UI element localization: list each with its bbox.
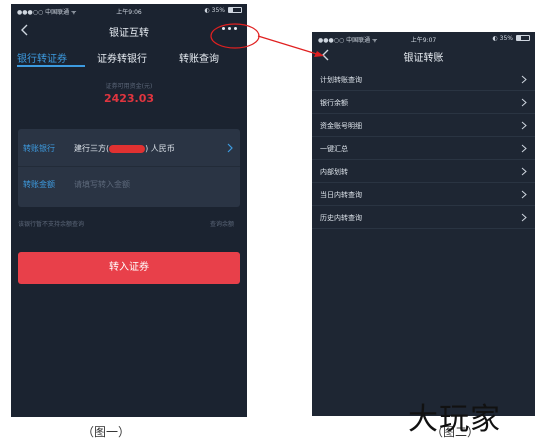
menu-item-planned-transfer-query[interactable]: 计划转账查询 — [312, 68, 535, 91]
query-balance-link[interactable]: 查询余额 — [210, 219, 234, 228]
more-dot-icon — [222, 27, 225, 30]
chevron-right-icon — [521, 167, 527, 176]
amount-row: 转账金额 — [18, 167, 240, 203]
menu-item-fund-account-details[interactable]: 资金账号明细 — [312, 114, 535, 137]
more-dot-icon — [228, 27, 231, 30]
menu-item-bank-balance[interactable]: 银行余额 — [312, 91, 535, 114]
bank-select-row[interactable]: 转账银行 建行三方( ) 人民币 — [18, 131, 240, 167]
nav-bar: 银证转账 — [312, 44, 535, 66]
bank-value-prefix: 建行三方( — [74, 144, 110, 153]
pointer-arrow-line — [257, 35, 321, 56]
menu-item-label: 计划转账查询 — [320, 76, 362, 84]
menu-item-one-click-summary[interactable]: 一键汇总 — [312, 137, 535, 160]
menu-item-today-internal-query[interactable]: 当日内转查询 — [312, 183, 535, 206]
available-funds-value: 2423.03 — [103, 92, 155, 105]
chevron-right-icon — [521, 144, 527, 153]
menu-item-label: 当日内转查询 — [320, 191, 362, 199]
screen-bank-securities-menu: ●●●○○ 中国联通 ᯤ 上午9:07 ◐ 35% 银证转账 计划转账查询 银行… — [312, 32, 535, 416]
chevron-right-icon — [521, 98, 527, 107]
menu-item-history-internal-query[interactable]: 历史内转查询 — [312, 206, 535, 229]
more-dot-icon — [234, 27, 237, 30]
menu-item-label: 内部划转 — [320, 168, 348, 176]
status-bar: ●●●○○ 中国联通 ᯤ 上午9:06 ◐ 35% — [11, 4, 247, 16]
menu-item-label: 历史内转查询 — [320, 214, 362, 222]
chevron-right-icon — [227, 143, 233, 153]
balance-query-note: 该银行暂不支持余额查询 — [18, 221, 85, 228]
nav-bar: 银证互转 — [11, 19, 247, 41]
chevron-right-icon — [521, 75, 527, 84]
chevron-right-icon — [521, 190, 527, 199]
tab-bank-to-securities[interactable]: 银行转证券 — [17, 50, 67, 65]
watermark-logo: 大玩家 — [408, 402, 501, 437]
menu-item-label: 银行余额 — [320, 99, 348, 107]
bank-label: 转账银行 — [23, 144, 55, 153]
chevron-right-icon — [521, 213, 527, 222]
transfer-in-button[interactable]: 转入证券 — [18, 252, 240, 284]
battery-icon — [516, 35, 530, 41]
battery-percent: ◐ 35% — [492, 35, 513, 42]
tab-securities-to-bank[interactable]: 证券转银行 — [97, 50, 147, 65]
transfer-tabs: 银行转证券 证券转银行 转账查询 — [11, 48, 247, 70]
screen-bank-securities-transfer: ●●●○○ 中国联通 ᯤ 上午9:06 ◐ 35% 银证互转 银行转证券 证券转… — [11, 4, 247, 417]
page-title: 银证转账 — [403, 53, 444, 64]
menu-item-internal-transfer[interactable]: 内部划转 — [312, 160, 535, 183]
battery-icon — [228, 7, 242, 13]
transfer-menu: 计划转账查询 银行余额 资金账号明细 一键汇总 内部划转 当日内转查询 历史内转… — [312, 68, 535, 229]
transfer-form: 转账银行 建行三方( ) 人民币 转账金额 — [18, 129, 240, 207]
battery-percent: ◐ 35% — [204, 7, 225, 14]
active-tab-indicator — [17, 65, 85, 67]
bank-value: 建行三方( ) 人民币 — [74, 143, 175, 154]
page-title: 银证互转 — [109, 28, 149, 39]
status-bar: ●●●○○ 中国联通 ᯤ 上午9:07 ◐ 35% — [312, 32, 535, 44]
menu-item-label: 资金账号明细 — [320, 122, 362, 130]
menu-item-label: 一键汇总 — [320, 145, 348, 153]
chevron-right-icon — [521, 121, 527, 130]
redacted-account-mark — [109, 144, 146, 153]
more-options-button[interactable] — [220, 23, 240, 35]
tab-transfer-query[interactable]: 转账查询 — [179, 50, 219, 65]
figure-caption-1: （图一） — [82, 425, 131, 439]
bank-value-suffix: ) 人民币 — [145, 144, 175, 153]
amount-input[interactable] — [74, 176, 224, 192]
available-funds-label: 证券可用资金(元) — [105, 83, 153, 90]
amount-label: 转账金额 — [23, 180, 55, 189]
